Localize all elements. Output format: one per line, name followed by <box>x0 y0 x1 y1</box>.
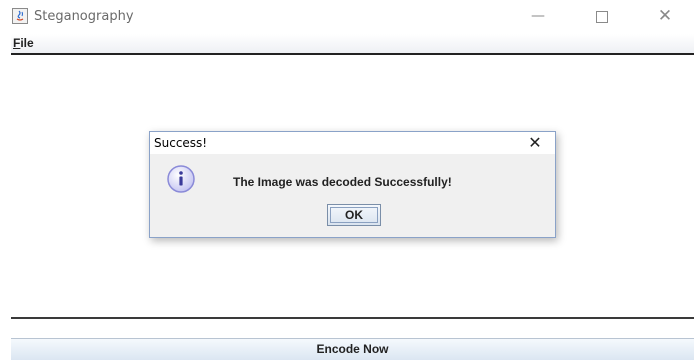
maximize-button[interactable] <box>582 4 622 28</box>
menu-file-label: ile <box>20 36 34 50</box>
content-divider <box>11 317 694 319</box>
encode-now-button[interactable]: Encode Now <box>11 338 694 360</box>
maximize-icon <box>596 10 608 23</box>
info-icon <box>167 165 195 193</box>
java-app-icon <box>12 8 28 24</box>
ok-button[interactable]: OK <box>327 204 381 226</box>
dialog-title: Success! <box>154 136 208 150</box>
menu-file[interactable]: File <box>13 36 34 50</box>
dialog-close-button[interactable]: ✕ <box>520 132 550 154</box>
dialog-titlebar[interactable]: Success! ✕ <box>150 132 555 154</box>
success-dialog: Success! ✕ The Image was decoded Success… <box>149 131 556 238</box>
window-titlebar[interactable]: Steganography — ✕ <box>0 0 694 34</box>
menu-bar: File <box>11 34 694 55</box>
minimize-button[interactable]: — <box>518 4 558 28</box>
dialog-message: The Image was decoded Successfully! <box>233 175 452 189</box>
close-window-button[interactable]: ✕ <box>645 4 685 28</box>
ok-button-label: OK <box>330 207 378 223</box>
window-title: Steganography <box>34 9 134 24</box>
